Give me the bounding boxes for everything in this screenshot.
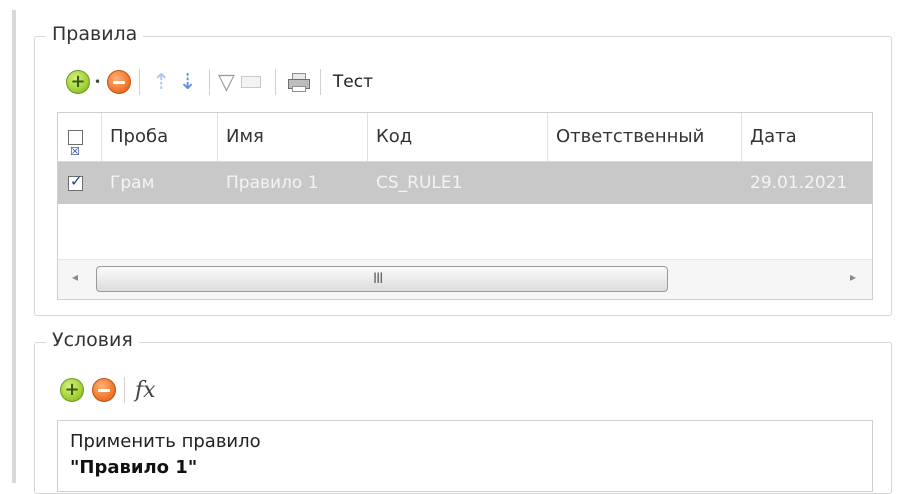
scroll-thumb[interactable]: III xyxy=(96,266,668,292)
minus-icon xyxy=(107,70,132,94)
field-icon xyxy=(240,76,261,88)
grid-header: ☒ Проба Имя Код Ответственный Дата xyxy=(58,113,872,162)
header-check-cell[interactable]: ☒ xyxy=(58,113,102,161)
toolbar-separator xyxy=(208,69,210,95)
cell-date: 29.01.2021 xyxy=(750,173,848,193)
scroll-right-icon[interactable]: ▸ xyxy=(850,270,856,284)
move-down-button[interactable]: ⇣ xyxy=(175,67,201,97)
move-up-button[interactable]: ⇡ xyxy=(148,67,174,97)
field-button[interactable] xyxy=(235,67,267,97)
select-all-checkbox[interactable]: ☒ xyxy=(68,130,83,158)
plus-icon: + xyxy=(60,378,84,402)
add-dropdown-icon[interactable]: • xyxy=(94,75,101,89)
printer-icon xyxy=(287,73,310,92)
condition-text-line: Применить правило xyxy=(70,431,261,452)
test-button[interactable]: Тест xyxy=(333,72,373,92)
toolbar-separator xyxy=(124,377,125,403)
cell-sample: Грам xyxy=(110,173,155,193)
conditions-group-title: Условия xyxy=(46,329,139,351)
column-header-date[interactable]: Дата xyxy=(742,113,872,161)
conditions-toolbar: + fx xyxy=(60,374,156,406)
cell-responsible xyxy=(548,162,742,204)
rules-group-title: Правила xyxy=(46,23,144,45)
cell-code: CS_RULE1 xyxy=(376,173,463,193)
filter-button[interactable]: ▽ xyxy=(218,67,235,97)
function-button[interactable]: fx xyxy=(135,378,156,403)
horizontal-scrollbar[interactable]: ◂ III ▸ xyxy=(58,259,872,299)
minus-icon xyxy=(92,378,116,402)
condition-text-area[interactable]: Применить правило "Правило 1" xyxy=(57,420,873,492)
scroll-grip-icon: III xyxy=(373,271,383,287)
rules-toolbar: + • ⇡ ⇣ ▽ Тест xyxy=(66,66,373,98)
toolbar-separator xyxy=(274,69,276,95)
window-left-border xyxy=(12,10,16,483)
remove-rule-button[interactable] xyxy=(107,67,132,97)
row-checkbox[interactable]: ✓ xyxy=(68,172,83,191)
column-header-sample[interactable]: Проба xyxy=(102,113,218,161)
cell-name: Правило 1 xyxy=(226,173,319,193)
table-row[interactable]: ✓ Грам Правило 1 CS_RULE1 29.01.2021 xyxy=(58,162,872,204)
column-header-responsible[interactable]: Ответственный xyxy=(548,113,742,161)
scroll-left-icon[interactable]: ◂ xyxy=(72,270,78,284)
remove-condition-button[interactable] xyxy=(92,375,116,405)
filter-icon: ▽ xyxy=(217,69,235,95)
print-button[interactable] xyxy=(284,67,312,97)
column-header-name[interactable]: Имя xyxy=(218,113,368,161)
arrow-down-icon: ⇣ xyxy=(178,69,197,95)
add-rule-button[interactable]: + xyxy=(66,67,90,97)
condition-rule-name: "Правило 1" xyxy=(70,457,198,478)
column-header-code[interactable]: Код xyxy=(368,113,548,161)
arrow-up-icon: ⇡ xyxy=(152,69,171,95)
toolbar-separator xyxy=(319,69,321,95)
rules-grid: ☒ Проба Имя Код Ответственный Дата ✓ Гра… xyxy=(57,112,873,300)
toolbar-separator xyxy=(139,69,141,95)
add-condition-button[interactable]: + xyxy=(60,375,84,405)
plus-icon: + xyxy=(66,70,90,94)
